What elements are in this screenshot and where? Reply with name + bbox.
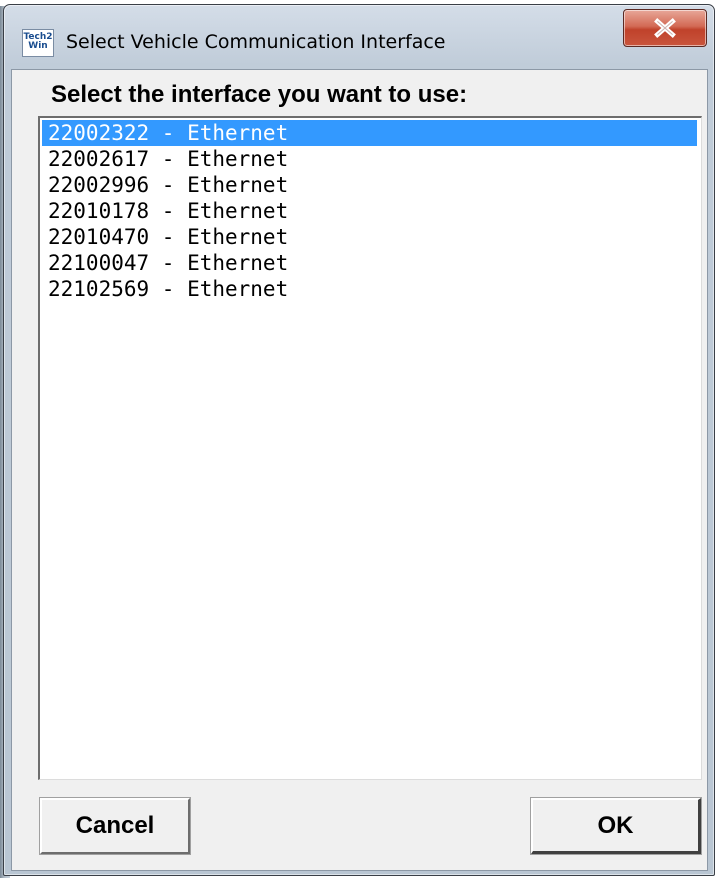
interface-list-item[interactable]: 22100047 - Ethernet [42, 250, 697, 276]
interface-list-item[interactable]: 22002322 - Ethernet [42, 120, 697, 146]
close-icon [654, 18, 676, 38]
interface-list-item[interactable]: 22102569 - Ethernet [42, 276, 697, 302]
title-bar[interactable]: Tech2 Win Select Vehicle Communication I… [4, 5, 714, 69]
cancel-button[interactable]: Cancel [39, 797, 191, 855]
instruction-label: Select the interface you want to use: [51, 81, 468, 108]
interface-listbox[interactable]: 22002322 - Ethernet 22002617 - Ethernet 22… [38, 116, 702, 780]
ok-button[interactable]: OK [530, 797, 702, 855]
interface-list-item[interactable]: 22002996 - Ethernet [42, 172, 697, 198]
window-title: Select Vehicle Communication Interface [66, 31, 446, 53]
interface-list-item[interactable]: 22010178 - Ethernet [42, 198, 697, 224]
interface-list-item[interactable]: 22010470 - Ethernet [42, 224, 697, 250]
close-button[interactable] [623, 9, 707, 47]
interface-list-item[interactable]: 22002617 - Ethernet [42, 146, 697, 172]
app-icon[interactable]: Tech2 Win [22, 29, 54, 57]
app-icon-text-bottom: Win [28, 41, 48, 51]
